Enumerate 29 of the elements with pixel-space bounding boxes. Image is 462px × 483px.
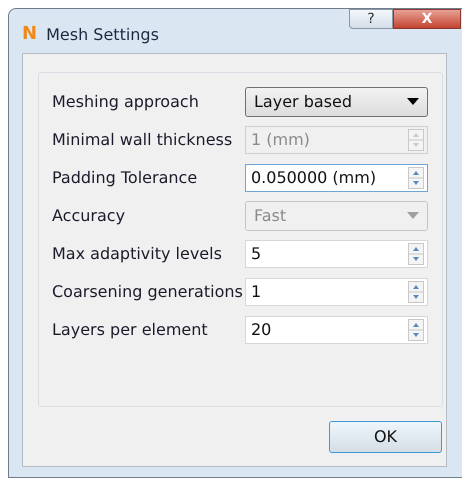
dropdown-value: Fast	[254, 205, 286, 227]
field-label: Coarsening generations	[52, 281, 244, 303]
spin-value: 0.050000 (mm)	[251, 167, 376, 189]
spin-arrows-icon[interactable]	[408, 319, 424, 341]
field-label: Max adaptivity levels	[52, 243, 223, 265]
spin-box[interactable]: 1	[245, 278, 428, 306]
field-label: Meshing approach	[52, 91, 200, 113]
help-button[interactable]: ?	[349, 9, 393, 29]
spin-arrows-icon[interactable]	[408, 167, 424, 189]
window-title: Mesh Settings	[46, 24, 159, 46]
dropdown[interactable]: Layer based	[245, 87, 428, 117]
spin-value: 5	[251, 243, 262, 265]
field-label: Layers per element	[52, 319, 209, 341]
ok-button[interactable]: OK	[329, 421, 442, 453]
spin-value: 20	[251, 319, 272, 341]
spin-arrows-icon[interactable]	[408, 243, 424, 265]
spin-arrows-icon[interactable]	[408, 281, 424, 303]
spin-value: 1 (mm)	[251, 129, 310, 151]
field-label: Padding Tolerance	[52, 167, 198, 189]
spin-box[interactable]: 5	[245, 240, 428, 268]
spin-value: 1	[251, 281, 262, 303]
field-label: Accuracy	[52, 205, 126, 227]
spin-box[interactable]: 20	[245, 316, 428, 344]
spin-box[interactable]: 0.050000 (mm)	[245, 164, 428, 192]
caret-icon	[407, 212, 419, 220]
field-label: Minimal wall thickness	[52, 129, 234, 151]
app-icon: N	[22, 25, 38, 43]
caret-icon	[407, 98, 419, 106]
dropdown-value: Layer based	[254, 91, 352, 113]
